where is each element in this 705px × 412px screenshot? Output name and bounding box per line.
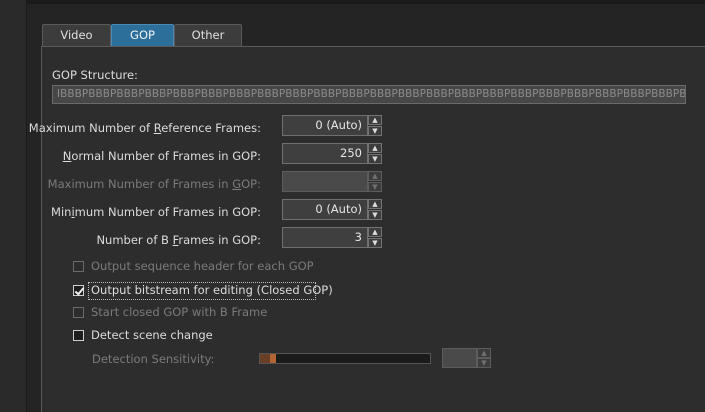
max-reference-frames-label: Maximum Number of Reference Frames: <box>28 121 261 135</box>
b-frames-gop-spinner: ▲ ▼ <box>368 227 382 248</box>
tab-other[interactable]: Other <box>174 24 242 46</box>
max-frames-gop-input <box>282 171 368 192</box>
spin-down-icon[interactable]: ▼ <box>368 238 382 248</box>
spin-up-icon[interactable]: ▲ <box>368 143 382 153</box>
detection-sensitivity-input <box>442 348 477 368</box>
spin-down-icon[interactable]: ▼ <box>368 154 382 164</box>
b-frames-gop-input[interactable]: 3 <box>282 227 368 248</box>
detection-sensitivity-slider <box>259 353 431 364</box>
normal-frames-gop-label: Normal Number of Frames in GOP: <box>62 149 261 163</box>
slider-thumb <box>270 354 276 363</box>
scene-change-checkbox[interactable] <box>73 330 84 341</box>
gop-structure-label: GOP Structure: <box>52 68 138 82</box>
closed-gop-bframe-checkbox <box>73 307 84 318</box>
spin-down-icon: ▼ <box>368 182 382 192</box>
spin-up-icon: ▲ <box>368 171 382 181</box>
min-frames-gop-spinner: ▲ ▼ <box>368 199 382 220</box>
spin-down-icon[interactable]: ▼ <box>368 126 382 136</box>
seq-header-label: Output sequence header for each GOP <box>91 259 314 273</box>
left-panel-strip <box>0 0 26 412</box>
closed-gop-label[interactable]: Output bitstream for editing (Closed GOP… <box>91 283 333 297</box>
spin-up-icon: ▲ <box>477 348 491 358</box>
closed-gop-bframe-label: Start closed GOP with B Frame <box>91 305 268 319</box>
detection-sensitivity-label: Detection Sensitivity: <box>92 352 215 366</box>
panel-divider <box>26 0 27 412</box>
spin-up-icon[interactable]: ▲ <box>368 227 382 237</box>
b-frames-gop-label: Number of B Frames in GOP: <box>96 233 261 247</box>
seq-header-checkbox <box>73 261 84 272</box>
normal-frames-gop-input[interactable]: 250 <box>282 143 368 164</box>
gop-structure-field[interactable]: IBBBPBBBPBBBPBBBPBBBPBBBPBBBPBBBPBBBPBBB… <box>52 85 686 104</box>
scene-change-label[interactable]: Detect scene change <box>91 328 213 342</box>
spin-down-icon: ▼ <box>477 358 491 368</box>
tab-video[interactable]: Video <box>42 24 111 46</box>
closed-gop-checkbox[interactable] <box>73 285 84 296</box>
min-frames-gop-input[interactable]: 0 (Auto) <box>282 199 368 220</box>
max-frames-gop-label: Maximum Number of Frames in GOP: <box>47 177 261 191</box>
detection-sensitivity-spinner: ▲ ▼ <box>477 348 491 368</box>
normal-frames-gop-spinner: ▲ ▼ <box>368 143 382 164</box>
spin-up-icon[interactable]: ▲ <box>368 199 382 209</box>
max-reference-frames-spinner: ▲ ▼ <box>368 115 382 136</box>
top-border <box>27 0 705 4</box>
max-frames-gop-spinner: ▲ ▼ <box>368 171 382 192</box>
max-reference-frames-input[interactable]: 0 (Auto) <box>282 115 368 136</box>
tab-gop[interactable]: GOP <box>111 24 174 46</box>
spin-up-icon[interactable]: ▲ <box>368 115 382 125</box>
min-frames-gop-label: Minimum Number of Frames in GOP: <box>51 205 261 219</box>
spin-down-icon[interactable]: ▼ <box>368 210 382 220</box>
